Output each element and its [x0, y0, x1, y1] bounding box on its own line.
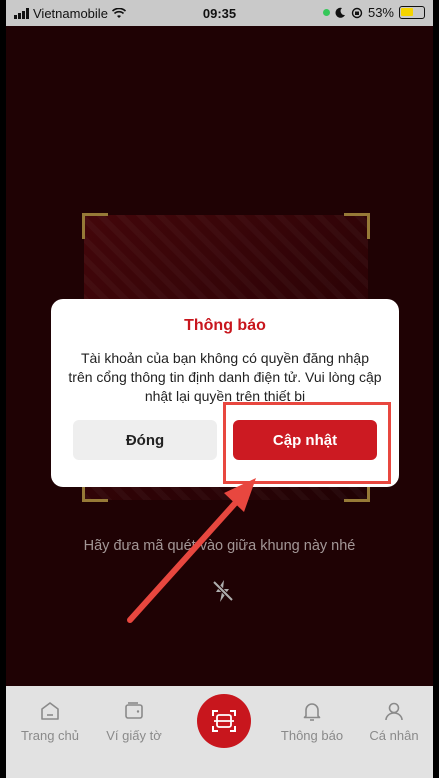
nav-label: Thông báo	[280, 728, 344, 743]
orientation-lock-icon	[351, 7, 363, 18]
status-right: 53%	[322, 5, 425, 20]
bell-icon	[303, 703, 321, 721]
user-icon	[385, 702, 403, 721]
scan-icon	[212, 710, 236, 732]
moon-icon	[335, 7, 345, 18]
close-button[interactable]: Đóng	[73, 420, 217, 460]
nav-label: Cá nhân	[369, 728, 419, 743]
dialog-message: Tài khoản của bạn không có quyền đăng nh…	[68, 350, 382, 404]
nav-item-wallet[interactable]: Ví giấy tờ	[92, 700, 176, 743]
nav-item-notifications[interactable]: Thông báo	[270, 700, 354, 743]
battery-percent: 53%	[367, 5, 394, 20]
nav-item-profile[interactable]: Cá nhân	[352, 700, 433, 743]
nav-item-scan[interactable]	[197, 694, 251, 748]
mic-indicator-icon	[322, 9, 330, 16]
nav-label: Trang chủ	[20, 728, 80, 743]
status-bar: Vietnamobile 09:35 53%	[6, 0, 433, 26]
app-screen: Vietnamobile 09:35 53% Hãy đưa mã quét v…	[6, 0, 433, 778]
dialog-title: Thông báo	[184, 317, 266, 334]
bottom-nav: Trang chủ Ví giấy tờ Thông báo Cá nhân	[6, 686, 433, 778]
nav-item-home[interactable]: Trang chủ	[8, 700, 92, 743]
annotation-highlight-box	[223, 402, 391, 484]
wallet-icon	[125, 702, 143, 719]
home-icon	[41, 702, 59, 720]
nav-label: Ví giấy tờ	[106, 728, 162, 743]
battery-icon	[399, 6, 425, 19]
